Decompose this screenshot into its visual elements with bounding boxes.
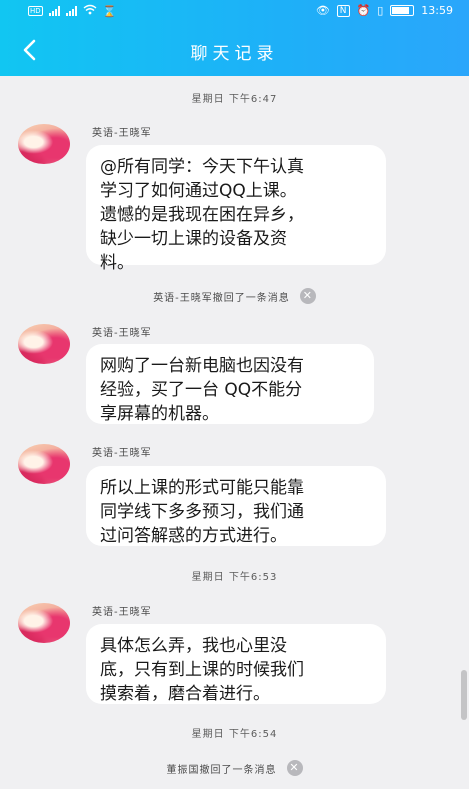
signal-icon — [48, 6, 60, 16]
page-title: 聊天记录 — [190, 44, 279, 64]
message-timestamp: 星期日 下午6:53 — [191, 572, 278, 583]
close-icon[interactable]: ✕ — [299, 288, 316, 304]
message-bubble[interactable]: 网购了一台新电脑也因没有 经验，买了一台 QQ不能分 享屏幕的机器。 — [86, 344, 374, 424]
message-bubble[interactable]: @所有同学：今天下午认真 学习了如何通过QQ上课。 遗憾的是我现在困在异乡， 缺… — [86, 145, 386, 273]
avatar[interactable] — [18, 603, 70, 643]
signal-2-icon — [65, 6, 77, 16]
header-bar: HD ⌛ 👁 N ⏰ ▯ 13:59 聊天记录 — [0, 0, 469, 76]
message-line: 所以上课的形式可能只能靠 — [100, 478, 304, 498]
recall-notice: 董振国撤回了一条消息 ✕ — [0, 760, 469, 776]
recall-notice-text: 英语-王晓军撤回了一条消息 — [153, 292, 290, 304]
message-timestamp: 星期日 下午6:47 — [191, 94, 278, 105]
message-line: @所有同学：今天下午认真 — [100, 157, 304, 177]
sender-name: 英语-王晓军 — [92, 128, 152, 139]
message-line: 料。 — [100, 253, 134, 273]
avatar[interactable] — [18, 444, 70, 484]
close-icon[interactable]: ✕ — [286, 760, 303, 776]
hd-icon: HD — [28, 6, 43, 16]
wifi-icon — [83, 4, 97, 18]
message-line: 过问答解惑的方式进行。 — [100, 526, 287, 546]
sender-name: 英语-王晓军 — [92, 607, 152, 618]
sender-name: 英语-王晓军 — [92, 328, 152, 339]
message-timestamp: 星期日 下午6:54 — [191, 729, 278, 740]
scrollbar[interactable] — [461, 670, 467, 720]
message-bubble[interactable]: 具体怎么弄，我也心里没 底，只有到上课的时候我们 摸索着，磨合着进行。 — [86, 624, 386, 704]
message-line: 缺少一切上课的设备及资 — [100, 229, 287, 249]
hourglass-icon: ⌛ — [102, 4, 117, 18]
message-line: 具体怎么弄，我也心里没 — [100, 636, 287, 656]
sender-name: 英语-王晓军 — [92, 448, 152, 459]
message-line: 经验，买了一台 QQ不能分 — [100, 380, 303, 400]
message-line: 摸索着，磨合着进行。 — [100, 684, 270, 704]
alarm-icon: ⏰ — [356, 4, 371, 17]
message-line: 学习了如何通过QQ上课。 — [100, 181, 297, 201]
recall-notice-text: 董振国撤回了一条消息 — [166, 764, 277, 776]
message-line: 享屏幕的机器。 — [100, 404, 219, 424]
status-bar: HD ⌛ 👁 N ⏰ ▯ 13:59 — [0, 0, 469, 24]
battery-icon — [390, 5, 415, 16]
avatar[interactable] — [18, 324, 70, 364]
eye-icon: 👁 — [315, 4, 330, 17]
message-line: 同学线下多多预习，我们通 — [100, 502, 304, 522]
message-line: 遗憾的是我现在困在异乡， — [100, 205, 304, 225]
recall-notice: 英语-王晓军撤回了一条消息 ✕ — [0, 288, 469, 304]
message-line: 底，只有到上课的时候我们 — [100, 660, 304, 680]
avatar[interactable] — [18, 124, 70, 164]
vibrate-icon: ▯ — [377, 4, 384, 17]
message-bubble[interactable]: 所以上课的形式可能只能靠 同学线下多多预习，我们通 过问答解惑的方式进行。 — [86, 466, 386, 546]
message-line: 网购了一台新电脑也因没有 — [100, 356, 304, 376]
nfc-icon: N — [336, 4, 350, 17]
clock-text: 13:59 — [421, 4, 453, 17]
